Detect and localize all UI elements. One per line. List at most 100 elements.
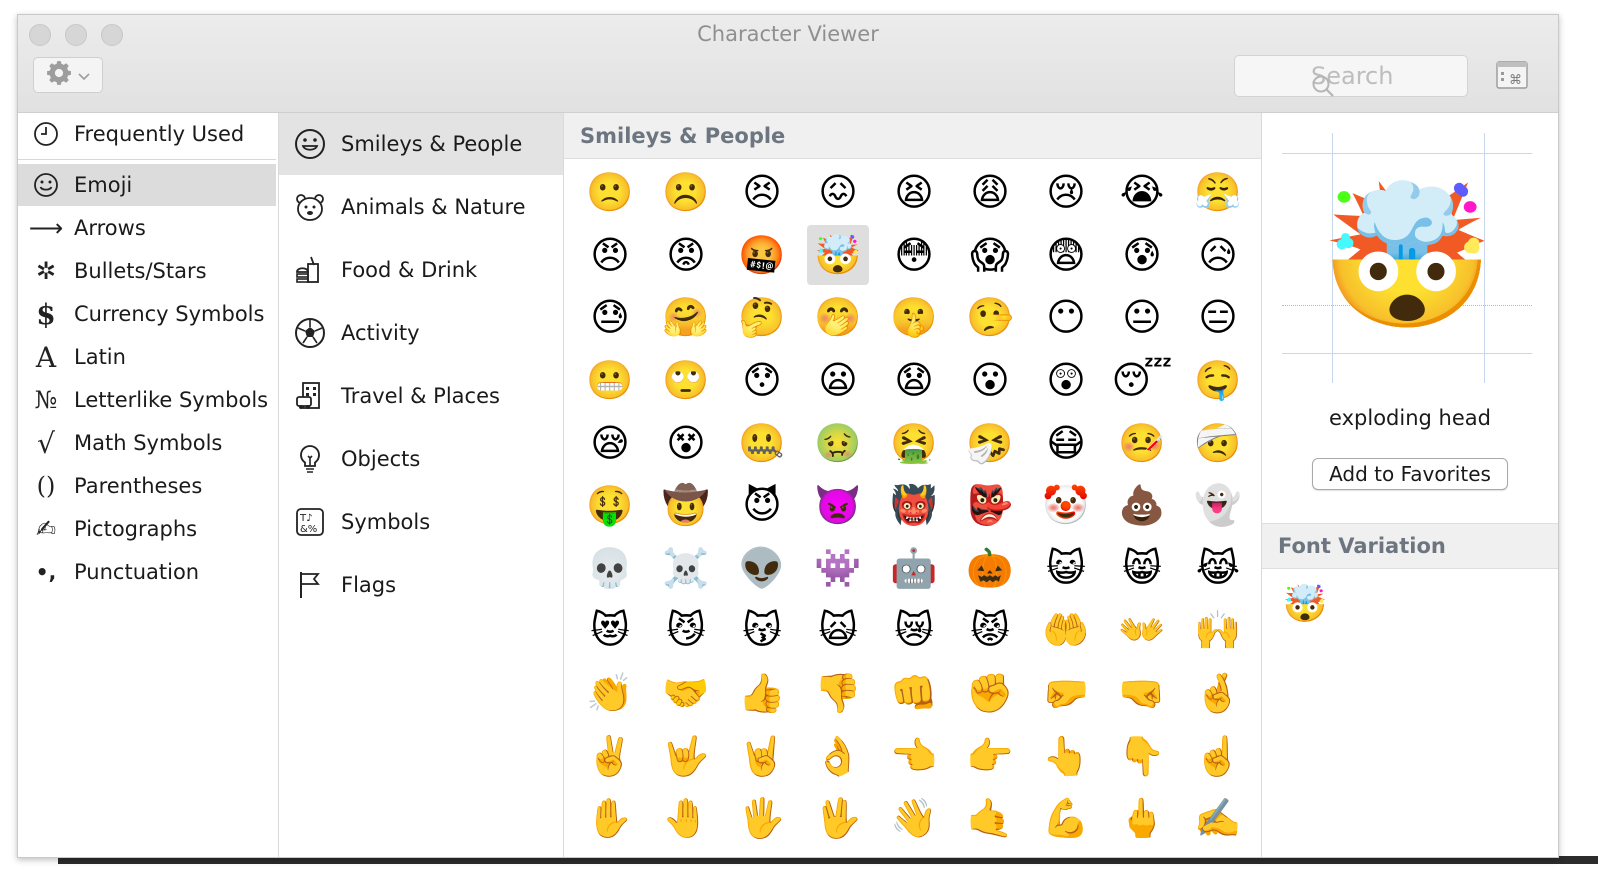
emoji-cell[interactable]: 👋 — [876, 787, 952, 850]
emoji-cell[interactable]: 🙁 — [572, 161, 648, 224]
emoji-cell[interactable]: 🤞 — [1180, 662, 1256, 725]
emoji-cell[interactable]: 😪 — [572, 411, 648, 474]
category-smileys-people[interactable]: Smileys & People — [279, 113, 563, 175]
sidebar-item-bullets-stars[interactable]: ✲ Bullets/Stars — [18, 250, 276, 292]
emoji-cell[interactable]: 😢 — [1028, 161, 1104, 224]
emoji-cell[interactable]: 👌 — [800, 724, 876, 787]
add-to-favorites-button[interactable]: Add to Favorites — [1312, 458, 1508, 490]
emoji-cell[interactable]: 🤕 — [1180, 411, 1256, 474]
emoji-cell[interactable]: 😲 — [1028, 349, 1104, 412]
emoji-cell[interactable]: 👇 — [1104, 724, 1180, 787]
emoji-cell[interactable]: 🤚 — [648, 787, 724, 850]
emoji-cell[interactable]: 🤘 — [724, 724, 800, 787]
emoji-cell[interactable]: 🙄 — [648, 349, 724, 412]
emoji-cell[interactable]: 👎 — [800, 662, 876, 725]
emoji-cell[interactable]: 🤙 — [952, 787, 1028, 850]
emoji-cell[interactable]: 👿 — [800, 474, 876, 537]
emoji-cell[interactable]: 🤢 — [800, 411, 876, 474]
emoji-cell[interactable]: 😨 — [1028, 224, 1104, 287]
emoji-cell[interactable]: 😧 — [876, 349, 952, 412]
emoji-cell[interactable]: 😥 — [1180, 224, 1256, 287]
emoji-cell[interactable]: 👍 — [724, 662, 800, 725]
sidebar-item-frequently-used[interactable]: Frequently Used — [18, 113, 276, 155]
emoji-cell[interactable]: 🙌 — [1180, 599, 1256, 662]
emoji-cell[interactable]: 😠 — [572, 224, 648, 287]
emoji-cell[interactable]: 😻 — [572, 599, 648, 662]
emoji-cell[interactable]: 🖖 — [800, 787, 876, 850]
emoji-cell[interactable]: ☹️ — [648, 161, 724, 224]
emoji-cell[interactable]: 💀 — [572, 537, 648, 600]
emoji-cell[interactable]: 🤐 — [724, 411, 800, 474]
emoji-cell[interactable]: 🤠 — [648, 474, 724, 537]
emoji-cell[interactable]: 🤥 — [952, 286, 1028, 349]
emoji-cell[interactable]: 🤭 — [800, 286, 876, 349]
emoji-cell[interactable]: 🤖 — [876, 537, 952, 600]
sidebar-item-parentheses[interactable]: () Parentheses — [18, 465, 276, 507]
emoji-cell[interactable]: 🤒 — [1104, 411, 1180, 474]
emoji-cell[interactable]: 😿 — [876, 599, 952, 662]
emoji-cell[interactable]: 😈 — [724, 474, 800, 537]
sidebar-item-currency-symbols[interactable]: $ Currency Symbols — [18, 293, 276, 335]
emoji-cell[interactable]: 👐 — [1104, 599, 1180, 662]
emoji-cell[interactable]: ✌️ — [572, 724, 648, 787]
emoji-cell[interactable]: 👺 — [952, 474, 1028, 537]
emoji-cell[interactable]: 😸 — [1104, 537, 1180, 600]
search-field[interactable]: Search — [1234, 55, 1468, 97]
emoji-cell[interactable]: 👉 — [952, 724, 1028, 787]
emoji-cell[interactable]: 🤧 — [952, 411, 1028, 474]
emoji-cell[interactable]: ☝️ — [1180, 724, 1256, 787]
font-variation-item[interactable]: 🤯 — [1282, 581, 1328, 627]
emoji-cell[interactable]: 👽 — [724, 537, 800, 600]
emoji-cell[interactable]: ☠️ — [648, 537, 724, 600]
emoji-cell[interactable]: 😓 — [572, 286, 648, 349]
emoji-cell[interactable]: 🤤 — [1180, 349, 1256, 412]
category-flags[interactable]: Flags — [279, 554, 563, 616]
emoji-cell[interactable]: 👾 — [800, 537, 876, 600]
emoji-cell[interactable]: 🤡 — [1028, 474, 1104, 537]
emoji-cell[interactable]: 😣 — [724, 161, 800, 224]
emoji-cell[interactable]: 💩 — [1104, 474, 1180, 537]
emoji-cell[interactable]: 😐 — [1104, 286, 1180, 349]
keyboard-viewer-icon[interactable]: ⌘ — [1496, 61, 1528, 89]
emoji-cell[interactable]: 😯 — [724, 349, 800, 412]
sidebar-item-punctuation[interactable]: •, Punctuation — [18, 551, 276, 593]
sidebar-item-letterlike-symbols[interactable]: № Letterlike Symbols — [18, 379, 276, 421]
emoji-cell[interactable]: 😡 — [648, 224, 724, 287]
emoji-cell[interactable]: 👹 — [876, 474, 952, 537]
emoji-cell[interactable]: 🤔 — [724, 286, 800, 349]
emoji-cell[interactable]: 😽 — [724, 599, 800, 662]
emoji-cell[interactable]: 🤝 — [648, 662, 724, 725]
emoji-cell[interactable]: 😼 — [648, 599, 724, 662]
emoji-cell[interactable]: 🤬 — [724, 224, 800, 287]
emoji-cell[interactable]: 😹 — [1180, 537, 1256, 600]
emoji-cell[interactable]: 😬 — [572, 349, 648, 412]
emoji-cell[interactable]: 😱 — [952, 224, 1028, 287]
emoji-cell[interactable]: 😴 — [1104, 349, 1180, 412]
emoji-cell[interactable]: ✋ — [572, 787, 648, 850]
category-travel-places[interactable]: Travel & Places — [279, 365, 563, 427]
sidebar-item-math-symbols[interactable]: √ Math Symbols — [18, 422, 276, 464]
sidebar-item-latin[interactable]: A Latin — [18, 336, 276, 378]
emoji-cell[interactable]: 🖐️ — [724, 787, 800, 850]
emoji-cell[interactable]: 🙀 — [800, 599, 876, 662]
gear-menu-button[interactable] — [33, 57, 103, 93]
emoji-cell[interactable]: 😺 — [1028, 537, 1104, 600]
category-activity[interactable]: Activity — [279, 302, 563, 364]
emoji-cell[interactable]: 🤛 — [1028, 662, 1104, 725]
emoji-cell[interactable]: 😭 — [1104, 161, 1180, 224]
emoji-cell[interactable]: 😷 — [1028, 411, 1104, 474]
sidebar-item-emoji[interactable]: Emoji — [18, 164, 276, 206]
emoji-cell[interactable]: 🤫 — [876, 286, 952, 349]
emoji-cell[interactable]: ✊ — [952, 662, 1028, 725]
category-objects[interactable]: Objects — [279, 428, 563, 490]
emoji-cell[interactable]: 🤟 — [648, 724, 724, 787]
emoji-cell[interactable]: 😾 — [952, 599, 1028, 662]
category-animals-nature[interactable]: Animals & Nature — [279, 176, 563, 238]
emoji-cell[interactable]: 😑 — [1180, 286, 1256, 349]
category-symbols[interactable]: T♪ &% Symbols — [279, 491, 563, 553]
emoji-cell[interactable]: 💪 — [1028, 787, 1104, 850]
emoji-cell[interactable]: 🤯 — [807, 224, 869, 286]
emoji-cell[interactable]: 😖 — [800, 161, 876, 224]
emoji-cell[interactable]: 😩 — [952, 161, 1028, 224]
emoji-cell[interactable]: 🤲 — [1028, 599, 1104, 662]
